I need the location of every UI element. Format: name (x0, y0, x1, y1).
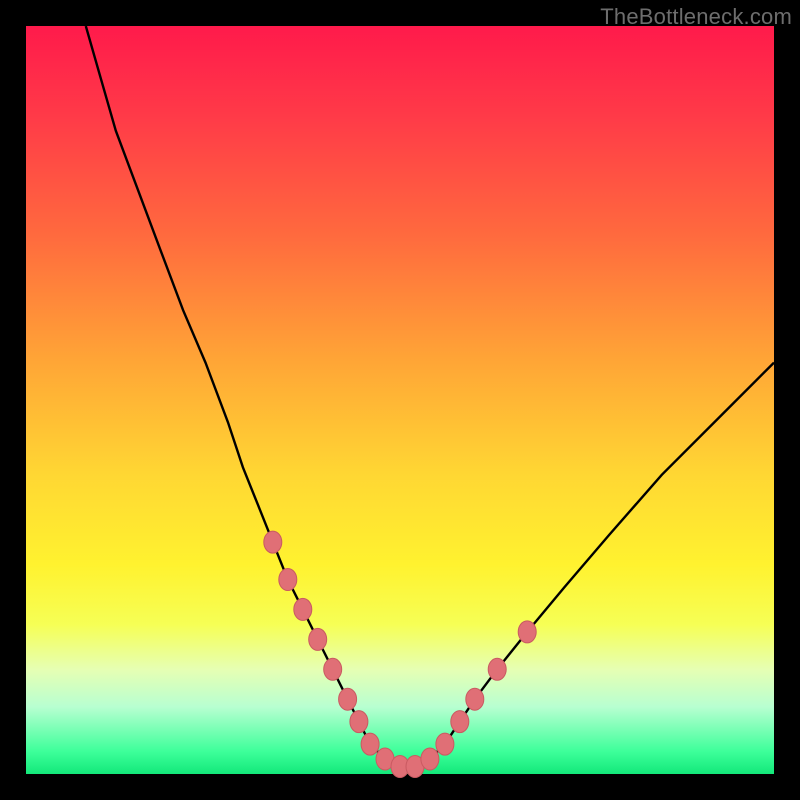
curve-marker (488, 658, 506, 680)
curve-markers-group (264, 531, 536, 777)
curve-marker (361, 733, 379, 755)
curve-marker (451, 711, 469, 733)
curve-marker (518, 621, 536, 643)
curve-marker (436, 733, 454, 755)
bottleneck-curve (86, 26, 774, 767)
curve-marker (264, 531, 282, 553)
watermark-text: TheBottleneck.com (600, 4, 792, 30)
curve-marker (466, 688, 484, 710)
curve-marker (294, 598, 312, 620)
curve-marker (421, 748, 439, 770)
curve-marker (309, 628, 327, 650)
plot-area (26, 26, 774, 774)
chart-frame: TheBottleneck.com (0, 0, 800, 800)
curve-marker (279, 569, 297, 591)
bottleneck-curve-svg (26, 26, 774, 774)
curve-marker (339, 688, 357, 710)
curve-marker (324, 658, 342, 680)
curve-marker (350, 711, 368, 733)
